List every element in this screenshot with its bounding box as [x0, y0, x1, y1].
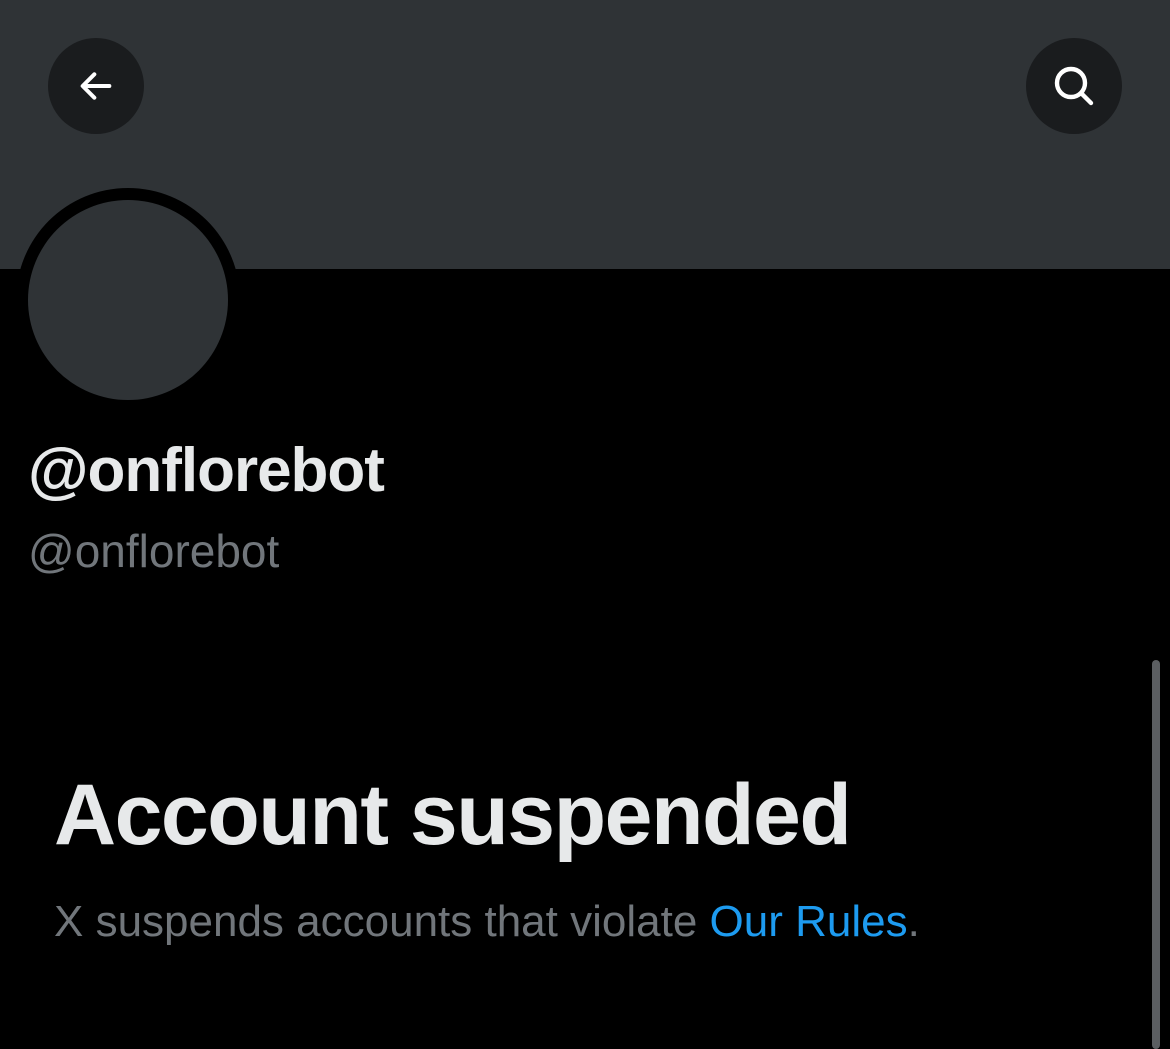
suspended-profile-page: @onflorebot @onflorebot Account suspende…	[0, 0, 1170, 1049]
suspended-message-suffix: .	[907, 897, 920, 946]
profile-handle: @onflorebot	[28, 525, 280, 577]
our-rules-link[interactable]: Our Rules	[710, 897, 908, 946]
scrollbar[interactable]	[1152, 660, 1160, 1049]
suspended-title: Account suspended	[54, 767, 852, 863]
back-button[interactable]	[48, 38, 144, 134]
search-icon	[1050, 62, 1098, 110]
profile-display-name: @onflorebot	[28, 436, 385, 505]
search-button[interactable]	[1026, 38, 1122, 134]
suspended-message: X suspends accounts that violate Our Rul…	[54, 897, 920, 946]
arrow-left-icon	[76, 66, 116, 106]
suspended-message-prefix: X suspends accounts that violate	[54, 897, 710, 946]
avatar[interactable]	[28, 200, 228, 400]
